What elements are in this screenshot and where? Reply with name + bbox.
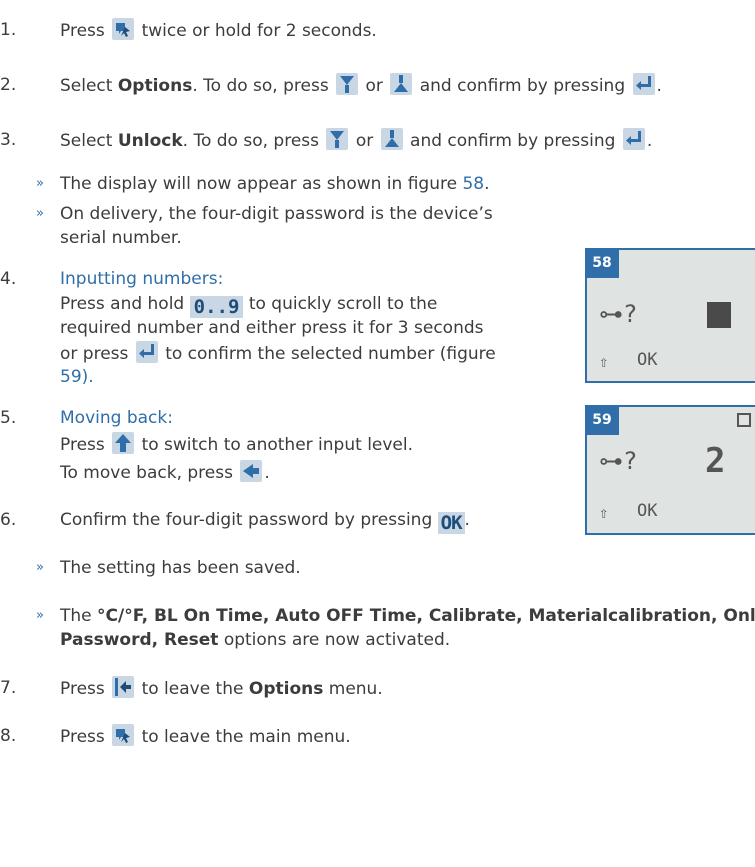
- bullet-marker: »: [36, 560, 44, 575]
- ok-key-icon: OK: [437, 512, 465, 534]
- step-text: Press: [60, 727, 105, 747]
- option-list: Password, Reset: [60, 630, 219, 650]
- step-text: or press: [60, 344, 129, 364]
- down-arrow-icon: [336, 73, 359, 95]
- step-text: Press and hold: [60, 294, 185, 314]
- up-arrow-icon: [390, 73, 413, 95]
- step-text: Press: [60, 21, 105, 41]
- figure-link[interactable]: 58: [462, 174, 484, 194]
- bullet-text: On delivery, the four-digit password is …: [60, 204, 493, 224]
- step-5-line: To move back, press .: [60, 460, 270, 485]
- figure-label: 58: [585, 248, 619, 278]
- step-text: Press: [60, 435, 105, 455]
- bullet-text: serial number.: [60, 228, 182, 248]
- step-text: to switch to another input level.: [141, 435, 414, 455]
- step-number: 8.: [0, 726, 17, 746]
- bullet-text: The setting has been saved.: [60, 558, 301, 578]
- step-number: 6.: [0, 510, 17, 530]
- step-8-text: Press to leave the main menu.: [60, 724, 351, 749]
- ok-softkey: OK: [637, 501, 658, 521]
- bullet-text-part: The: [60, 606, 92, 626]
- up-arrow-icon: [380, 128, 403, 150]
- battery-icon: [737, 413, 751, 427]
- enter-icon: [622, 128, 645, 150]
- step-text: . To do so, press: [192, 76, 329, 96]
- step-text: or: [355, 131, 374, 151]
- option-name: Options: [248, 679, 324, 699]
- step-text: and confirm by pressing: [419, 76, 626, 96]
- bullet-text: The display will now appear as shown in …: [60, 174, 490, 194]
- option-list: °C/°F, BL On Time, Auto OFF Time, Calibr…: [97, 606, 755, 626]
- step-7-text: Press to leave the Options menu.: [60, 676, 383, 701]
- step-text: to quickly scroll to the: [248, 294, 438, 314]
- figure-label: 59: [585, 405, 619, 435]
- step-text: Select: [60, 76, 113, 96]
- option-name: Unlock: [117, 131, 183, 151]
- step-4-line: or press to confirm the selected number …: [60, 341, 496, 366]
- password-digits: 2: [705, 441, 726, 481]
- step-text: Confirm the four-digit password by press…: [60, 510, 433, 530]
- bullet-text-part: The display will now appear as shown in …: [60, 174, 458, 194]
- step-number: 4.: [0, 269, 17, 289]
- ok-softkey: OK: [637, 350, 658, 370]
- bullet-text: Password, Reset options are now activate…: [60, 628, 450, 652]
- shift-up-icon: [112, 432, 135, 454]
- key-question-symbol: ⊶?: [599, 447, 638, 475]
- step-1-text: Press twice or hold for 2 seconds.: [60, 18, 377, 43]
- menu-icon: [112, 18, 135, 40]
- enter-icon: [632, 73, 655, 95]
- step-2-text: Select Options. To do so, press or and c…: [60, 73, 662, 98]
- bullet-marker: »: [36, 206, 44, 221]
- bullet-marker: »: [36, 176, 44, 191]
- step-4-line: required number and either press it for …: [60, 318, 484, 338]
- step-text: Select: [60, 131, 113, 151]
- step-5-line: Press to switch to another input level.: [60, 432, 413, 457]
- step-number: 1.: [0, 20, 17, 40]
- bullet-marker: »: [36, 608, 44, 623]
- step-text: Press: [60, 679, 105, 699]
- step-text: . To do so, press: [182, 131, 320, 151]
- shift-arrow: ⇧: [599, 503, 609, 522]
- step-number: 2.: [0, 75, 17, 95]
- step-heading: Inputting numbers:: [60, 269, 224, 289]
- shift-arrow: ⇧: [599, 352, 609, 371]
- back-icon: [240, 460, 263, 482]
- step-number: 3.: [0, 130, 17, 150]
- step-text: to leave the main menu.: [141, 727, 351, 747]
- figure-58-display: 58 ⊶? ⇧ OK: [585, 248, 755, 383]
- step-text: twice or hold for 2 seconds.: [141, 21, 377, 41]
- bullet-text-part: options are now activated.: [223, 630, 451, 650]
- step-heading: Moving back:: [60, 408, 173, 428]
- key-question-symbol: ⊶?: [599, 300, 638, 328]
- step-text: menu.: [328, 679, 383, 699]
- down-arrow-icon: [326, 128, 349, 150]
- step-text: to confirm the selected number (figure: [165, 344, 496, 364]
- option-name: Options: [117, 76, 193, 96]
- step-3-text: Select Unlock. To do so, press or and co…: [60, 128, 652, 153]
- cursor-block: [707, 302, 731, 328]
- enter-icon: [135, 341, 158, 363]
- step-4-line: Press and hold 0..9 to quickly scroll to…: [60, 292, 437, 318]
- figure-59-display: 59 ⊶? 2 ⇧ OK: [585, 405, 755, 535]
- exit-menu-icon: [112, 676, 135, 698]
- menu-icon: [112, 724, 135, 746]
- step-text: or: [365, 76, 383, 96]
- step-text: to leave the: [141, 679, 244, 699]
- figure-link[interactable]: 59).: [60, 365, 94, 389]
- step-number: 5.: [0, 408, 17, 428]
- step-text: To move back, press: [60, 463, 233, 483]
- number-keys-icon: 0..9: [189, 296, 244, 318]
- bullet-text: The °C/°F, BL On Time, Auto OFF Time, Ca…: [60, 604, 755, 628]
- step-6-text: Confirm the four-digit password by press…: [60, 510, 470, 534]
- step-number: 7.: [0, 678, 17, 698]
- step-text: and confirm by pressing: [410, 131, 616, 151]
